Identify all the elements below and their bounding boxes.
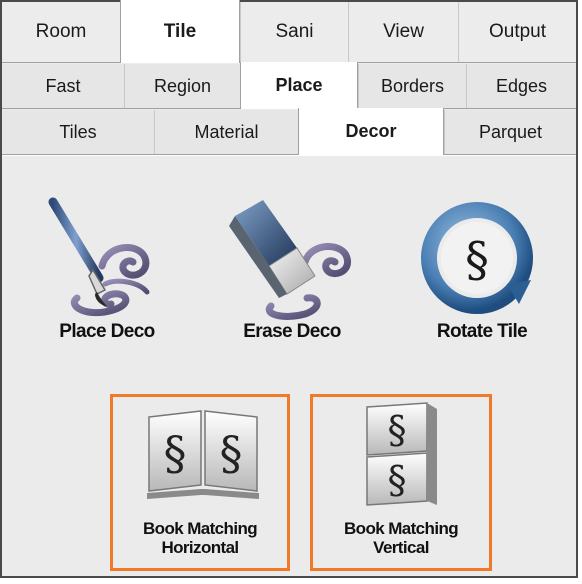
- tab-decor[interactable]: Decor: [298, 108, 444, 155]
- tab-parquet-label: Parquet: [478, 121, 543, 142]
- tab-view-label: View: [383, 21, 424, 42]
- svg-text:§: §: [388, 408, 407, 452]
- tab-decor-label: Decor: [345, 121, 397, 141]
- svg-text:§: §: [220, 426, 243, 480]
- tab-tile[interactable]: Tile: [120, 0, 240, 63]
- svg-text:§: §: [465, 232, 489, 288]
- tab-sani[interactable]: Sani: [240, 2, 348, 62]
- place-deco-button[interactable]: Place Deco: [32, 196, 182, 342]
- erase-deco-label: Erase Deco: [243, 321, 341, 342]
- tab-view[interactable]: View: [348, 2, 458, 62]
- tab-fast[interactable]: Fast: [2, 64, 124, 108]
- tab-region[interactable]: Region: [124, 64, 240, 108]
- decor-tab-bar: Tiles Material Decor Parquet: [2, 108, 576, 155]
- tab-fast-label: Fast: [45, 75, 81, 96]
- book-matching-vertical-button[interactable]: § § Book Matching Vertical: [310, 394, 492, 571]
- tab-place-label: Place: [275, 75, 323, 95]
- book-vertical-icon: § §: [366, 402, 437, 506]
- tab-output-label: Output: [488, 21, 547, 42]
- main-tab-bar: Room Tile Sani View Output: [2, 0, 576, 63]
- tab-edges-label: Edges: [495, 75, 548, 96]
- tab-place[interactable]: Place: [240, 62, 358, 109]
- tab-edges[interactable]: Edges: [466, 64, 576, 108]
- erase-deco-button[interactable]: Erase Deco: [217, 196, 367, 342]
- tab-sani-label: Sani: [275, 21, 314, 42]
- tab-parquet[interactable]: Parquet: [444, 110, 576, 154]
- rotate-tile-label: Rotate Tile: [436, 321, 528, 342]
- tab-tile-label: Tile: [163, 20, 197, 42]
- decor-tools-area: Place Deco Erase Deco § Rotate Tile § § …: [2, 155, 576, 576]
- book-horizontal-icon: § §: [147, 410, 259, 499]
- tab-region-label: Region: [153, 75, 212, 96]
- brush-swirl-icon: [48, 197, 150, 317]
- tab-borders-label: Borders: [380, 75, 445, 96]
- book-vertical-label-line1: Book Matching: [343, 519, 459, 538]
- decor-panel: Room Tile Sani View Output Fast Region P…: [0, 0, 578, 578]
- sub-tab-bar: Fast Region Place Borders Edges: [2, 62, 576, 109]
- svg-text:§: §: [164, 426, 187, 480]
- tab-room-label: Room: [35, 21, 87, 42]
- tab-material-label: Material: [194, 121, 259, 142]
- tab-borders[interactable]: Borders: [358, 64, 466, 108]
- svg-text:§: §: [388, 458, 407, 502]
- tab-tiles-label: Tiles: [59, 121, 97, 142]
- book-horizontal-label-line2: Horizontal: [161, 538, 239, 557]
- rotate-tile-icon: §: [421, 202, 533, 314]
- tab-output[interactable]: Output: [458, 2, 576, 62]
- tab-material[interactable]: Material: [154, 110, 298, 154]
- place-deco-label: Place Deco: [59, 321, 155, 342]
- eraser-swirl-icon: [229, 200, 352, 320]
- rotate-tile-button[interactable]: § Rotate Tile: [407, 196, 557, 342]
- book-vertical-label-line2: Vertical: [373, 538, 429, 557]
- tab-tiles[interactable]: Tiles: [2, 110, 154, 154]
- book-matching-horizontal-button[interactable]: § § Book Matching Horizontal: [110, 394, 290, 571]
- tab-room[interactable]: Room: [2, 2, 120, 62]
- book-horizontal-label-line1: Book Matching: [142, 519, 258, 538]
